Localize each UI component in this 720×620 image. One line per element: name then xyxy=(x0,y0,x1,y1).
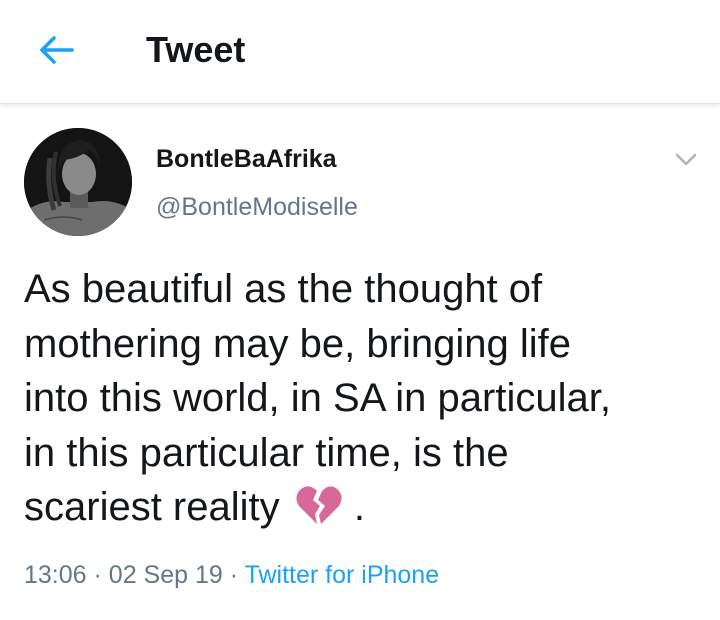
arrow-left-icon xyxy=(40,36,74,64)
avatar[interactable] xyxy=(24,128,132,236)
tweet-text: As beautiful as the thought of mothering… xyxy=(24,262,704,541)
tweet-text-end: . xyxy=(353,485,365,529)
top-app-bar: Tweet xyxy=(0,0,720,104)
author-handle[interactable]: @BontleModiselle xyxy=(156,192,358,222)
tweet-text-line: into this world, in SA in particular, xyxy=(24,376,611,420)
tweet-source-link[interactable]: Twitter for iPhone xyxy=(245,561,440,589)
tweet-text-line: As beautiful as the thought of xyxy=(24,267,543,311)
separator: · xyxy=(93,561,102,589)
tweet-text-line: scariest reality xyxy=(24,485,280,529)
tweet-metadata: 13:06 · 02 Sep 19 · Twitter for iPhone xyxy=(24,558,439,592)
back-button[interactable] xyxy=(30,28,82,72)
chevron-down-icon xyxy=(675,153,697,166)
separator: · xyxy=(229,561,239,589)
tweet-date: 02 Sep 19 xyxy=(108,561,223,589)
tweet-time: 13:06 xyxy=(24,561,87,589)
broken-heart-icon xyxy=(295,484,343,541)
author-display-name[interactable]: BontleBaAfrika xyxy=(156,144,337,174)
tweet-text-line: in this particular time, is the xyxy=(24,430,509,475)
page-title: Tweet xyxy=(146,29,246,70)
tweet-menu-button[interactable] xyxy=(668,142,704,178)
tweet-text-line: mothering may be, bringing life xyxy=(24,321,571,366)
